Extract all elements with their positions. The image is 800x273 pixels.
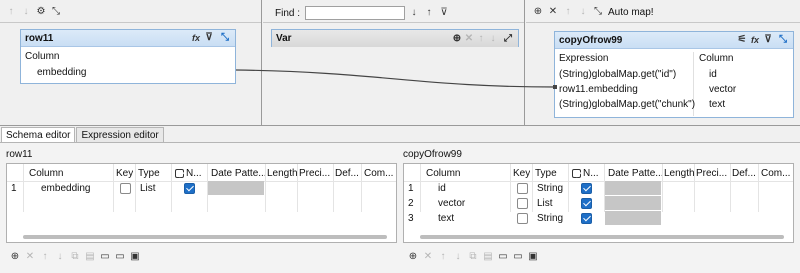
column-cell[interactable]: embedding <box>41 181 90 195</box>
export-icon[interactable]: ▭ <box>114 251 126 263</box>
date-pattern-cell <box>605 181 661 195</box>
date-pattern-cell <box>605 196 661 210</box>
row-number: 3 <box>408 212 414 224</box>
precision-header[interactable]: Preci... <box>696 164 728 182</box>
tab-expression-editor[interactable]: Expression editor <box>76 127 164 142</box>
column-header[interactable]: Column <box>426 164 460 182</box>
type-cell[interactable]: String <box>537 211 563 225</box>
date-pattern-cell <box>605 211 661 225</box>
column-cell[interactable]: vector <box>438 196 465 210</box>
row-number: 1 <box>408 182 414 194</box>
column-cell[interactable]: text <box>438 211 454 225</box>
paste-icon[interactable]: ▤ <box>482 251 494 263</box>
key-checkbox[interactable] <box>517 196 528 210</box>
column-header[interactable]: Column <box>29 164 63 182</box>
type-header[interactable]: Type <box>138 164 160 182</box>
key-checkbox[interactable] <box>120 181 131 195</box>
add-icon[interactable]: ⊕ <box>407 251 419 263</box>
schema-right-title: copyOfrow99 <box>403 149 462 160</box>
schema-left-title: row11 <box>6 149 33 160</box>
import-icon[interactable]: ▭ <box>99 251 111 263</box>
copy-icon[interactable]: ⧉ <box>467 251 479 263</box>
save-icon[interactable]: ▣ <box>527 251 539 263</box>
comment-header[interactable]: Com... <box>364 164 396 182</box>
default-header[interactable]: Def... <box>335 164 361 182</box>
type-header[interactable]: Type <box>535 164 557 182</box>
row-number: 2 <box>408 197 414 209</box>
schema-right-table: Column Key Type N... Date Patte... Lengt… <box>403 163 794 243</box>
nullable-checkbox[interactable] <box>184 181 195 195</box>
checkbox-icon <box>175 168 184 178</box>
precision-header[interactable]: Preci... <box>299 164 331 182</box>
key-header[interactable]: Key <box>513 164 530 182</box>
import-icon[interactable]: ▭ <box>497 251 509 263</box>
key-header[interactable]: Key <box>116 164 133 182</box>
nullable-header[interactable]: N... <box>175 164 202 182</box>
copy-icon[interactable]: ⧉ <box>69 251 81 263</box>
length-header[interactable]: Length <box>664 164 695 182</box>
date-pattern-header[interactable]: Date Patte... <box>211 164 267 182</box>
schema-left-toolbar: ⊕ ✕ ↑ ↓ ⧉ ▤ ▭ ▭ ▣ <box>9 251 141 263</box>
row-number: 1 <box>11 182 17 194</box>
tab-schema-editor[interactable]: Schema editor <box>1 127 76 142</box>
comment-header[interactable]: Com... <box>761 164 793 182</box>
checkbox-icon <box>572 168 581 178</box>
default-header[interactable]: Def... <box>732 164 758 182</box>
key-checkbox[interactable] <box>517 211 528 225</box>
paste-icon[interactable]: ▤ <box>84 251 96 263</box>
nullable-checkbox[interactable] <box>581 181 592 195</box>
length-header[interactable]: Length <box>267 164 298 182</box>
add-icon[interactable]: ⊕ <box>9 251 21 263</box>
key-checkbox[interactable] <box>517 181 528 195</box>
arrow-down-icon[interactable]: ↓ <box>54 251 66 263</box>
schema-right-toolbar: ⊕ ✕ ↑ ↓ ⧉ ▤ ▭ ▭ ▣ <box>407 251 539 263</box>
remove-icon[interactable]: ✕ <box>422 251 434 263</box>
save-icon[interactable]: ▣ <box>129 251 141 263</box>
column-cell[interactable]: id <box>438 181 446 195</box>
export-icon[interactable]: ▭ <box>512 251 524 263</box>
horizontal-scrollbar[interactable] <box>420 235 784 239</box>
arrow-down-icon[interactable]: ↓ <box>452 251 464 263</box>
type-cell[interactable]: String <box>537 181 563 195</box>
horizontal-scrollbar[interactable] <box>23 235 387 239</box>
arrow-up-icon[interactable]: ↑ <box>39 251 51 263</box>
mapping-link-line <box>235 69 557 89</box>
nullable-checkbox[interactable] <box>581 211 592 225</box>
schema-left-table: Column Key Type N... Date Patte... Lengt… <box>6 163 397 243</box>
type-cell[interactable]: List <box>537 196 553 210</box>
remove-icon[interactable]: ✕ <box>24 251 36 263</box>
type-cell[interactable]: List <box>140 181 156 195</box>
nullable-header[interactable]: N... <box>572 164 599 182</box>
editor-tabs: Schema editor Expression editor <box>1 127 165 142</box>
date-pattern-cell <box>208 181 264 195</box>
arrow-up-icon[interactable]: ↑ <box>437 251 449 263</box>
date-pattern-header[interactable]: Date Patte... <box>608 164 664 182</box>
nullable-checkbox[interactable] <box>581 196 592 210</box>
